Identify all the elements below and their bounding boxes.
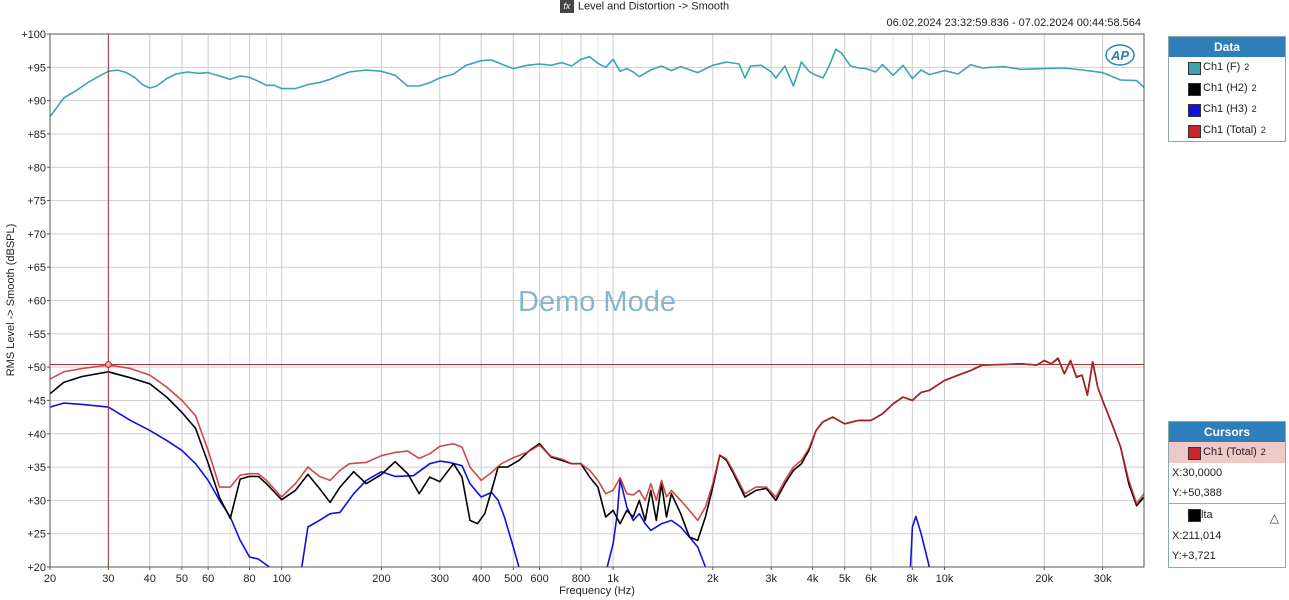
cursors-title: Cursors: [1169, 422, 1285, 442]
data-legend-panel: Data Ch1 (F) 2 Ch1 (H2) 2 Ch1 (H3) 2 Ch1 (Tota…: [1168, 36, 1286, 142]
x-tick-label: 30: [102, 573, 114, 585]
demo-mode-watermark: Demo Mode: [518, 286, 676, 318]
delta-x-value: X:211,014: [1172, 530, 1222, 542]
x-tick-label: 20k: [1035, 573, 1053, 585]
legend-item-label: Ch1 (H2): [1203, 82, 1248, 94]
legend-item[interactable]: Ch1 (Total) 2: [1169, 120, 1285, 141]
y-tick-label: +95: [27, 62, 46, 74]
y-tick-label: +35: [27, 462, 46, 474]
delta-row[interactable]: Delta △: [1169, 503, 1285, 526]
ap-logo-text: AP: [1110, 48, 1129, 63]
cursor-selected-series[interactable]: Ch1 (Total) 2: [1169, 442, 1285, 463]
y-tick-label: +40: [27, 429, 46, 441]
y-tick-label: +55: [27, 329, 46, 341]
legend-item-sub: 2: [1260, 125, 1266, 135]
cursor-x-value: X:30,0000: [1172, 467, 1223, 479]
legend-item-sub: 2: [1251, 83, 1257, 93]
y-tick-label: +100: [21, 29, 46, 41]
legend-item[interactable]: Ch1 (H2) 2: [1169, 78, 1285, 99]
x-tick-label: 500: [504, 573, 522, 585]
legend-item-sub: 2: [1251, 104, 1257, 114]
legend-item-sub: 2: [1244, 62, 1250, 72]
cursor-series-sub: 2: [1260, 447, 1266, 457]
x-tick-label: 4k: [807, 573, 819, 585]
y-tick-label: +75: [27, 196, 46, 208]
legend-title: Data: [1169, 37, 1285, 57]
x-tick-label: 8k: [907, 573, 919, 585]
y-tick-label: +25: [27, 529, 46, 541]
legend-swatch: [1188, 83, 1201, 96]
x-tick-label: 50: [176, 573, 188, 585]
x-tick-label: 10k: [936, 573, 954, 585]
x-tick-label: 200: [372, 573, 390, 585]
legend-swatch: [1188, 62, 1201, 75]
cursor-series-label: Ch1 (Total): [1203, 446, 1257, 458]
y-tick-label: +90: [27, 96, 46, 108]
x-tick-label: 60: [202, 573, 214, 585]
legend-swatch: [1188, 125, 1201, 138]
y-tick-label: +60: [27, 296, 46, 308]
x-tick-label: 600: [530, 573, 548, 585]
legend-item-label: Ch1 (Total): [1203, 124, 1257, 136]
y-tick-label: +45: [27, 395, 46, 407]
legend-item-label: Ch1 (H3): [1203, 103, 1248, 115]
delta-triangle-icon[interactable]: △: [1270, 507, 1279, 529]
legend-swatch: [1188, 104, 1201, 117]
x-tick-label: 100: [272, 573, 290, 585]
legend-item[interactable]: Ch1 (F) 2: [1169, 57, 1285, 78]
y-tick-label: +20: [27, 562, 46, 574]
y-tick-label: +30: [27, 495, 46, 507]
x-tick-label: 20: [44, 573, 56, 585]
x-tick-label: 5k: [839, 573, 851, 585]
legend-item-label: Ch1 (F): [1203, 61, 1241, 73]
x-tick-label: 2k: [707, 573, 719, 585]
legend-item[interactable]: Ch1 (H3) 2: [1169, 99, 1285, 120]
cursors-panel: Cursors Ch1 (Total) 2 X:30,0000 Y:+50,388…: [1168, 421, 1286, 568]
y-tick-label: +65: [27, 262, 46, 274]
y-tick-label: +85: [27, 129, 46, 141]
x-tick-label: 3k: [765, 573, 777, 585]
x-tick-label: 1k: [607, 573, 619, 585]
y-axis-label: RMS Level -> Smooth (dBSPL): [5, 224, 17, 377]
frequency-response-chart[interactable]: Demo Mode AP 20 30 40 50 60 80 100 200 300 400 500 60…: [0, 0, 1160, 600]
delta-y-value: Y:+3,721: [1172, 550, 1216, 562]
x-tick-label: 80: [243, 573, 255, 585]
x-tick-label: 800: [572, 573, 590, 585]
x-tick-label: 30k: [1094, 573, 1112, 585]
x-tick-label: 6k: [865, 573, 877, 585]
delta-swatch: [1188, 509, 1201, 522]
x-tick-label: 400: [472, 573, 490, 585]
x-tick-label: 300: [431, 573, 449, 585]
y-tick-label: +70: [27, 229, 46, 241]
cursor-y-value: Y:+50,388: [1172, 487, 1222, 499]
x-tick-label: 40: [144, 573, 156, 585]
y-tick-label: +50: [27, 362, 46, 374]
y-tick-label: +80: [27, 162, 46, 174]
cursor-series-swatch: [1188, 447, 1201, 460]
cursor-marker: [104, 361, 112, 369]
x-axis-label: Frequency (Hz): [559, 585, 635, 597]
